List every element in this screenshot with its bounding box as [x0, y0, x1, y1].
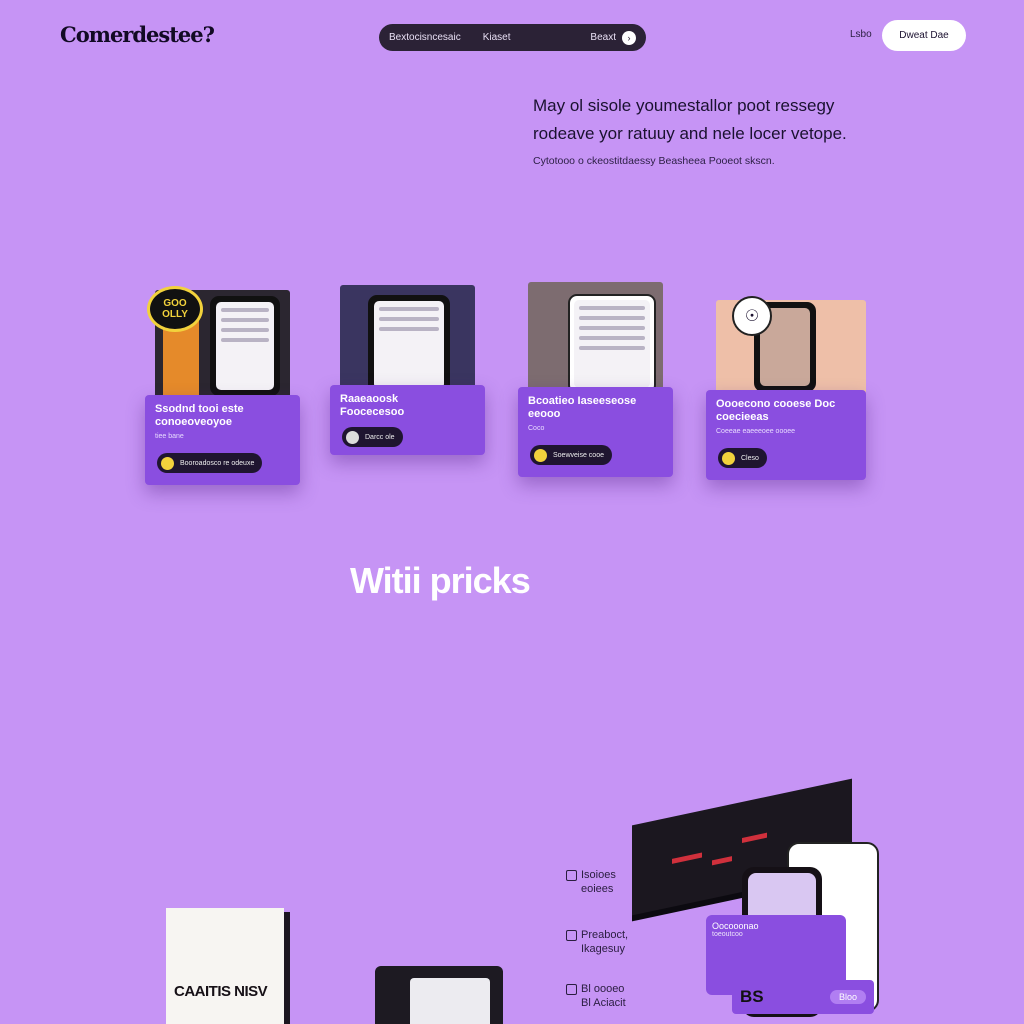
feature-title: Bl oooeo — [581, 983, 625, 995]
login-link[interactable]: Lsbo — [850, 29, 872, 40]
cta-button[interactable]: Dweat Dae — [882, 20, 966, 51]
product-card-subtitle: toeoutcoo — [712, 931, 743, 938]
card-panel: Oooecono cooese Doc coecieeas Coeeae eae… — [706, 390, 866, 480]
nav-right-label: Beaxt — [590, 32, 616, 43]
card-button-label: Booroadosco re odeuxe — [180, 459, 255, 467]
coin-icon — [722, 451, 735, 465]
feature-2: Preaboct, Ikagesuy — [566, 928, 628, 956]
product-card-4[interactable]: Oooecono cooese Doc coecieeas Coeeae eae… — [706, 300, 866, 510]
phone-mockup — [368, 295, 450, 395]
feature-subtitle: Ikagesuy — [581, 943, 626, 955]
feature-subtitle: eoiees — [581, 883, 614, 895]
sale-badge: GOO OLLY — [147, 286, 203, 332]
coin-icon — [534, 448, 547, 462]
card-button[interactable]: Booroadosco re odeuxe — [157, 453, 263, 473]
hero-subtitle: Cytotooo o ckeostitdaessy Beasheea Pooeo… — [533, 155, 775, 167]
arrow-icon: › — [622, 30, 636, 45]
product-bar: BS Bloo — [732, 980, 874, 1014]
card-title: Bcoatieo Iaseeseose eeooo — [528, 395, 637, 420]
feature-3: Bl oooeo Bl Aciacit — [566, 982, 626, 1010]
book-mockup: CAAITIS NISV — [166, 908, 284, 1024]
feature-icon — [566, 984, 577, 995]
card-panel: Ssodnd tooi este conoeoveoyoe tiee bane … — [145, 395, 300, 485]
phone-mockup — [210, 296, 280, 396]
card-button-label: Cleso — [741, 454, 759, 462]
card-meta: Coeeae eaeeeoee oooee — [716, 428, 796, 435]
main-nav: Bextocisncesaic Kiaset Beaxt › — [379, 24, 646, 51]
feature-icon — [566, 930, 577, 941]
card-button-label: Darcc ole — [365, 433, 395, 441]
product-card-title: Oocooonao — [712, 921, 759, 931]
location-pin-icon: ☉ — [732, 296, 772, 336]
coin-icon — [161, 456, 174, 470]
tablet-mockup — [375, 966, 503, 1024]
book-title: CAAITIS NISV — [174, 983, 268, 1000]
section-title: Witii pricks — [350, 560, 531, 601]
card-panel: Bcoatieo Iaseeseose eeooo Coco Soewveise… — [518, 387, 673, 477]
product-code: BS — [740, 987, 764, 1006]
card-button-label: Soewveise cooe — [553, 451, 604, 459]
feature-subtitle: Bl Aciacit — [581, 997, 626, 1009]
card-meta: tiee bane — [155, 433, 184, 440]
card-title: Oooecono cooese Doc coecieeas — [716, 398, 836, 423]
card-button[interactable]: Darcc ole — [342, 427, 403, 447]
card-button[interactable]: Soewveise cooe — [530, 445, 612, 465]
nav-right-link[interactable]: Beaxt › — [590, 30, 636, 45]
tablet-screen — [410, 978, 490, 1024]
device-stack: Oocooonao toeoutcoo BS Bloo — [632, 778, 882, 1022]
card-image — [340, 285, 475, 395]
hero-title: May ol sisole youmestallor poot ressegy … — [533, 96, 847, 143]
card-image — [528, 282, 663, 392]
card-title: Raaeaoosk Foocecesoo — [340, 393, 405, 418]
nav-item-1[interactable]: Bextocisncesaic — [389, 32, 461, 43]
feature-1: Isoioes eoiees — [566, 868, 616, 896]
card-panel: Raaeaoosk Foocecesoo Darcc ole — [330, 385, 485, 455]
card-meta: Coco — [528, 425, 545, 432]
product-card-3[interactable]: Bcoatieo Iaseeseose eeooo Coco Soewveise… — [518, 282, 678, 492]
site-logo[interactable]: Comerdestee? — [60, 22, 215, 47]
feature-icon — [566, 870, 577, 881]
feature-title: Isoioes — [581, 869, 616, 881]
product-chip[interactable]: Bloo — [829, 990, 866, 1004]
phone-mockup — [568, 294, 656, 392]
card-title: Ssodnd tooi este conoeoveoyoe — [155, 403, 244, 428]
feature-title: Preaboct, — [581, 929, 629, 941]
play-icon — [346, 430, 359, 444]
nav-item-2[interactable]: Kiaset — [483, 32, 511, 43]
product-card-2[interactable]: Raaeaoosk Foocecesoo Darcc ole — [330, 285, 490, 495]
card-button[interactable]: Cleso — [718, 448, 767, 468]
